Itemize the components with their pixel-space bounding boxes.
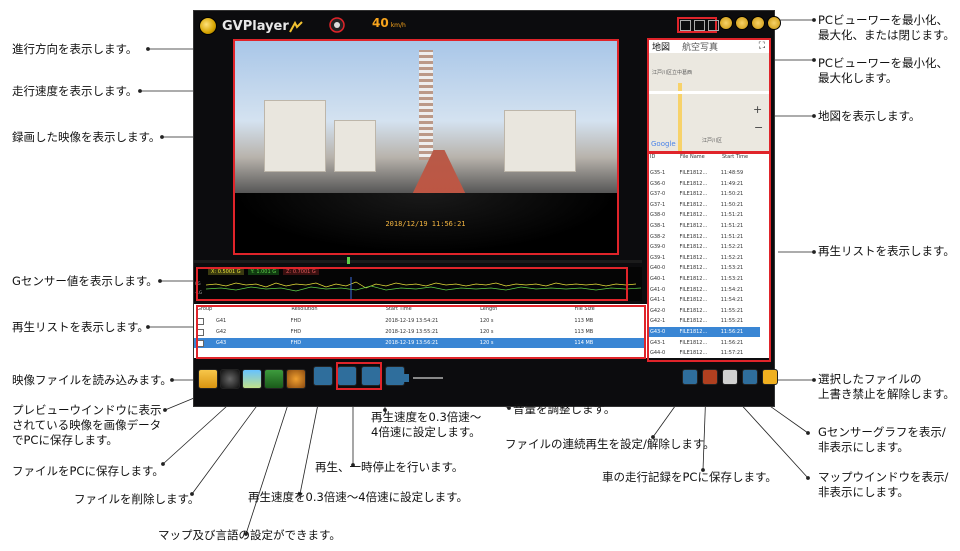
continuous-play-button[interactable] (682, 369, 698, 385)
ann-speed-right-2: 4倍速に設定します。 (371, 425, 481, 439)
maximize-button[interactable] (751, 16, 765, 30)
gvplayer-window: GVPlayer 40 km/h 2018/12/19 11:56:21 X: … (193, 10, 781, 407)
map-toggle-button[interactable] (722, 369, 738, 385)
ann-continuous: ファイルの連続再生を設定/解除します。 (505, 437, 715, 451)
compass-icon (328, 16, 346, 34)
volume-slider[interactable] (413, 377, 443, 379)
ann-playlist-bottom: 再生リストを表示します。 (12, 320, 149, 334)
ann-gsensor-toggle-1: Gセンサーグラフを表示/ (818, 425, 946, 439)
title-bar: GVPlayer (199, 15, 289, 37)
map-highlight (647, 38, 771, 153)
ann-speed-right-1: 再生速度を0.3倍速～ (371, 410, 482, 424)
viewer-mode-buttons (680, 20, 719, 31)
ann-volume: 音量を調整します。 (513, 402, 616, 416)
timeline-marker[interactable] (347, 257, 350, 264)
ann-gsensor-toggle-2: 非表示にします。 (818, 440, 909, 454)
rewind-button[interactable] (313, 366, 333, 386)
layout-large-button[interactable] (708, 20, 719, 31)
ann-direction: 進行方向を表示します。 (12, 42, 138, 56)
ann-preview-3: でPCに保存します。 (12, 433, 118, 447)
ann-save-file: ファイルをPCに保存します。 (12, 464, 164, 478)
ann-speed: 走行速度を表示します。 (12, 84, 138, 98)
ann-speed-left: 再生速度を0.3倍速～4倍速に設定します。 (248, 490, 468, 504)
speed-unit: km/h (390, 22, 406, 29)
minimize-button[interactable] (735, 16, 749, 30)
unlock-button[interactable] (762, 369, 778, 385)
ann-delete-file: ファイルを削除します。 (74, 492, 200, 506)
ann-gsensor: Gセンサー値を表示します。 (12, 274, 158, 288)
ann-map-toggle-2: 非表示にします。 (818, 485, 909, 499)
ann-preview-1: プレビューウインドウに表示 (12, 403, 162, 417)
ann-unlock-2: 上書き禁止を解除します。 (818, 387, 955, 401)
toolbar (198, 367, 308, 391)
app-title: GVPlayer (222, 18, 289, 34)
right-toolbar (682, 369, 780, 385)
layout-medium-button[interactable] (694, 20, 705, 31)
open-folder-button[interactable] (198, 369, 218, 389)
play-controls-highlight (336, 362, 382, 390)
ann-playlist-right: 再生リストを表示します。 (818, 244, 955, 258)
ann-load-file: 映像ファイルを読み込みます。 (12, 373, 172, 387)
save-file-button[interactable] (242, 369, 262, 389)
ann-viewer-all-2: 最大化、または閉じます。 (818, 28, 955, 42)
fast-forward-button[interactable] (385, 366, 405, 386)
gsensor-toggle-button[interactable] (742, 369, 758, 385)
settings-button[interactable] (286, 369, 306, 389)
direction-icon (289, 19, 303, 33)
snapshot-button[interactable] (220, 369, 240, 389)
gsensor-highlight (196, 267, 628, 301)
route-save-button[interactable] (702, 369, 718, 385)
video-highlight (233, 39, 619, 255)
speed-value: 40 (372, 16, 389, 30)
ann-settings: マップ及び言語の設定ができます。 (158, 528, 341, 542)
bottom-playlist-highlight (196, 305, 646, 359)
ann-map: 地図を表示します。 (818, 109, 921, 123)
layout-small-button[interactable] (680, 20, 691, 31)
speed-display: 40 km/h (372, 16, 406, 34)
close-button[interactable] (767, 16, 781, 30)
ann-route: 車の走行記録をPCに保存します。 (602, 470, 777, 484)
ann-viewer-all-1: PCビューワーを最小化、 (818, 13, 948, 27)
ann-viewer-max-1: PCビューワーを最小化、 (818, 56, 948, 70)
ann-video: 録画した映像を表示します。 (12, 130, 161, 144)
window-controls (719, 16, 781, 30)
ann-unlock-1: 選択したファイルの (818, 372, 922, 386)
timeline-bar[interactable] (194, 260, 642, 263)
app-logo-icon (199, 17, 217, 35)
ann-preview-2: されている映像を画像データ (12, 418, 162, 432)
right-playlist-highlight (647, 152, 771, 362)
ann-map-toggle-1: マップウインドウを表示/ (818, 470, 949, 484)
ann-viewer-max-2: 最大化します。 (818, 71, 898, 85)
settings-round-icon[interactable] (719, 16, 733, 30)
delete-file-button[interactable] (264, 369, 284, 389)
ann-play-pause: 再生、一時停止を行います。 (315, 460, 464, 474)
volume-icon[interactable] (404, 374, 409, 382)
